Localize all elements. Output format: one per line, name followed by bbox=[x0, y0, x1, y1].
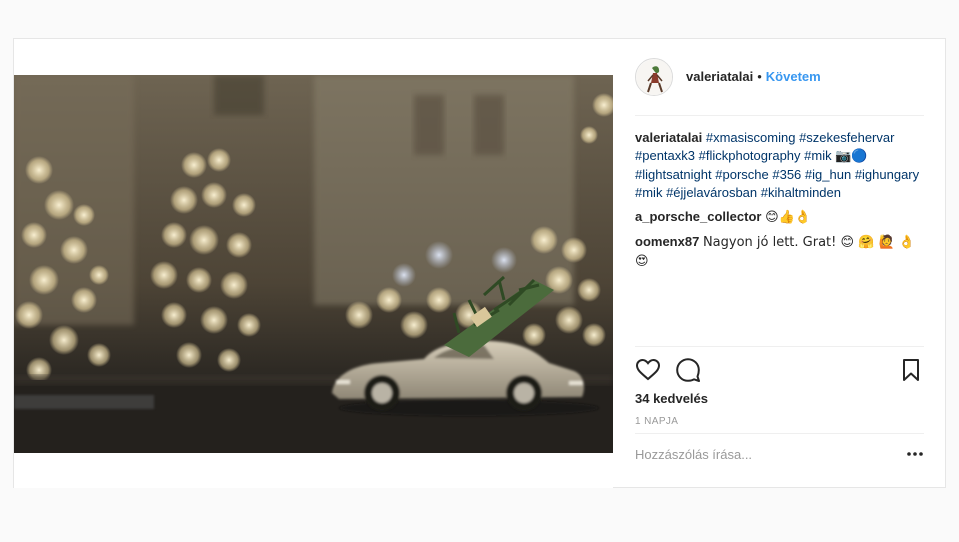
comment-input[interactable] bbox=[635, 446, 885, 462]
follow-button[interactable]: Követem bbox=[766, 69, 821, 84]
caption-emoji: 📷🔵 bbox=[835, 149, 868, 164]
comment-text: 😊👍👌 bbox=[765, 210, 812, 225]
comment-username[interactable]: a_porsche_collector bbox=[635, 209, 761, 224]
post-photo[interactable] bbox=[14, 75, 613, 453]
heart-icon[interactable] bbox=[635, 357, 661, 383]
avatar-image bbox=[636, 58, 672, 95]
post-media bbox=[14, 39, 613, 488]
bookmark-icon[interactable] bbox=[898, 357, 924, 383]
hashtag[interactable]: #éjjelavárosban bbox=[666, 185, 757, 200]
hashtag[interactable]: #mik bbox=[635, 185, 662, 200]
avatar[interactable] bbox=[635, 57, 673, 96]
post-actions: 34 kedvelés 1 NAPJA bbox=[635, 346, 924, 473]
hashtag[interactable]: #flickphotography bbox=[699, 148, 801, 163]
comment-item: a_porsche_collector 😊👍👌 bbox=[635, 208, 924, 227]
hashtag[interactable]: #szekesfehervar bbox=[799, 130, 894, 145]
post-sidebar: valeriatalai • Követem valeriatalai #xma… bbox=[613, 39, 946, 488]
post-header: valeriatalai • Követem bbox=[635, 56, 924, 116]
comment-icon[interactable] bbox=[675, 357, 701, 383]
action-icons bbox=[635, 357, 924, 383]
comment-item: oomenx87 Nagyon jó lett. Grat! 😊 🤗 🙋 👌 😍 bbox=[635, 233, 924, 271]
hashtag[interactable]: #ighungary bbox=[855, 167, 919, 182]
post-card: valeriatalai • Követem valeriatalai #xma… bbox=[13, 38, 946, 488]
photo-illustration bbox=[14, 75, 613, 453]
header-separator: • bbox=[757, 69, 762, 84]
comment-username[interactable]: oomenx87 bbox=[635, 234, 699, 249]
caption-username[interactable]: valeriatalai bbox=[635, 130, 702, 145]
likes-count[interactable]: 34 kedvelés bbox=[635, 391, 708, 406]
more-options-icon[interactable] bbox=[906, 446, 924, 462]
post-time[interactable]: 1 NAPJA bbox=[635, 416, 678, 427]
hashtag[interactable]: #ig_hun bbox=[805, 167, 851, 182]
hashtag[interactable]: #pentaxk3 bbox=[635, 148, 695, 163]
header-username[interactable]: valeriatalai bbox=[686, 69, 753, 84]
hashtag[interactable]: #kihaltminden bbox=[761, 185, 841, 200]
hashtag[interactable]: #mik bbox=[804, 148, 831, 163]
add-comment-section bbox=[635, 433, 924, 474]
caption: valeriatalai #xmasiscoming #szekesfeherv… bbox=[635, 129, 924, 202]
hashtag[interactable]: #porsche bbox=[715, 167, 768, 182]
comments-list: valeriatalai #xmasiscoming #szekesfeherv… bbox=[635, 129, 924, 277]
hashtag[interactable]: #lightsatnight bbox=[635, 167, 712, 182]
hashtag[interactable]: #356 bbox=[772, 167, 801, 182]
hashtag[interactable]: #xmasiscoming bbox=[706, 130, 796, 145]
